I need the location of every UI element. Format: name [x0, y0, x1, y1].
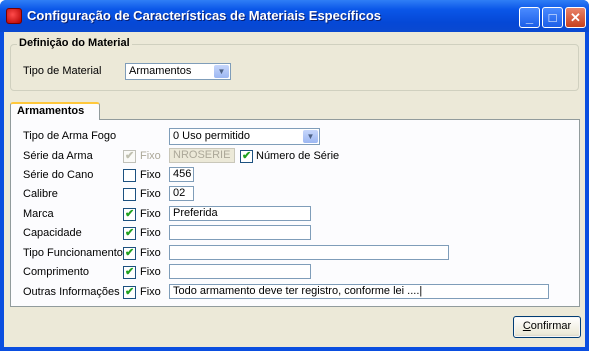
numero-serie-label: Número de Série [256, 150, 340, 162]
confirmar-button[interactable]: Confirmar [513, 316, 581, 338]
comprimento-label: Comprimento [23, 266, 90, 278]
outras-informacoes-field[interactable]: Todo armamento deve ter registro, confor… [169, 284, 549, 299]
calibre-field[interactable]: 02 [169, 186, 194, 201]
capacidade-fixo-label: Fixo [140, 227, 161, 239]
checkmark-icon: ✔ [125, 266, 135, 278]
armamentos-panel: Tipo de Arma Fogo 0 Uso permitido ▼ Séri… [10, 119, 580, 307]
calibre-value: 02 [173, 187, 186, 199]
maximize-button[interactable]: □ [542, 7, 563, 28]
marca-fixo-label: Fixo [140, 208, 161, 220]
marca-label: Marca [23, 208, 54, 220]
outras-informacoes-fixo-checkbox[interactable]: ✔ [123, 286, 136, 299]
serie-cano-label: Série do Cano [23, 169, 94, 181]
tipo-arma-fogo-select[interactable]: 0 Uso permitido ▼ [169, 128, 320, 145]
tipo-arma-fogo-label: Tipo de Arma Fogo [23, 130, 117, 142]
capacidade-field[interactable] [169, 225, 311, 240]
comprimento-fixo-label: Fixo [140, 266, 161, 278]
comprimento-fixo-checkbox[interactable]: ✔ [123, 266, 136, 279]
checkmark-icon: ✔ [125, 247, 135, 259]
checkmark-icon: ✔ [125, 208, 135, 220]
marca-value: Preferida [173, 207, 218, 219]
tipo-funcionamento-fixo-checkbox[interactable]: ✔ [123, 247, 136, 260]
marca-fixo-checkbox[interactable]: ✔ [123, 208, 136, 221]
confirmar-mnemonic: C [522, 320, 531, 332]
checkmark-icon: ✔ [125, 150, 135, 162]
title-bar[interactable]: Configuração de Características de Mater… [0, 0, 589, 32]
checkmark-icon: ✔ [125, 286, 135, 298]
main-window: Configuração de Características de Mater… [0, 0, 589, 351]
outras-informacoes-fixo-label: Fixo [140, 286, 161, 298]
material-groupbox: Definição do Material Tipo de Material A… [10, 37, 579, 91]
outras-informacoes-label: Outras Informações [23, 286, 120, 298]
serie-cano-field[interactable]: 456 [169, 167, 194, 182]
calibre-label: Calibre [23, 188, 58, 200]
numero-serie-checkbox[interactable]: ✔ [240, 150, 253, 163]
calibre-fixo-label: Fixo [140, 188, 161, 200]
close-button[interactable]: ✕ [565, 7, 586, 28]
serie-arma-value: NROSERIE [173, 149, 231, 161]
confirmar-label: onfirmar [530, 320, 572, 332]
tipo-material-value: Armamentos [129, 65, 192, 77]
checkmark-icon: ✔ [125, 227, 135, 239]
window-title: Configuração de Características de Mater… [27, 8, 382, 23]
chevron-down-icon[interactable]: ▼ [214, 65, 229, 78]
serie-arma-field[interactable]: NROSERIE [169, 148, 235, 163]
serie-arma-label: Série da Arma [23, 150, 93, 162]
tipo-material-label: Tipo de Material [23, 65, 102, 77]
minimize-button[interactable]: _ [519, 7, 540, 28]
chevron-down-icon[interactable]: ▼ [303, 130, 318, 143]
outras-informacoes-value: Todo armamento deve ter registro, confor… [173, 285, 423, 297]
capacidade-label: Capacidade [23, 227, 82, 239]
comprimento-field[interactable] [169, 264, 311, 279]
calibre-fixo-checkbox[interactable] [123, 188, 136, 201]
tab-armamentos[interactable]: Armamentos [10, 102, 100, 120]
tipo-arma-fogo-value: 0 Uso permitido [173, 130, 251, 142]
capacidade-fixo-checkbox[interactable]: ✔ [123, 227, 136, 240]
window-client-area: Definição do Material Tipo de Material A… [4, 32, 585, 347]
checkmark-icon: ✔ [242, 150, 252, 162]
tipo-material-select[interactable]: Armamentos ▼ [125, 63, 231, 80]
serie-cano-fixo-label: Fixo [140, 169, 161, 181]
tipo-funcionamento-field[interactable] [169, 245, 449, 260]
tipo-funcionamento-fixo-label: Fixo [140, 247, 161, 259]
serie-arma-fixo-label: Fixo [140, 150, 161, 162]
tab-armamentos-label: Armamentos [17, 105, 85, 117]
app-icon [6, 8, 22, 24]
tipo-funcionamento-label: Tipo Funcionamento [23, 247, 123, 259]
material-groupbox-title: Definição do Material [17, 37, 132, 49]
serie-cano-fixo-checkbox[interactable] [123, 169, 136, 182]
serie-arma-fixo-checkbox[interactable]: ✔ [123, 150, 136, 163]
serie-cano-value: 456 [173, 168, 192, 180]
marca-field[interactable]: Preferida [169, 206, 311, 221]
